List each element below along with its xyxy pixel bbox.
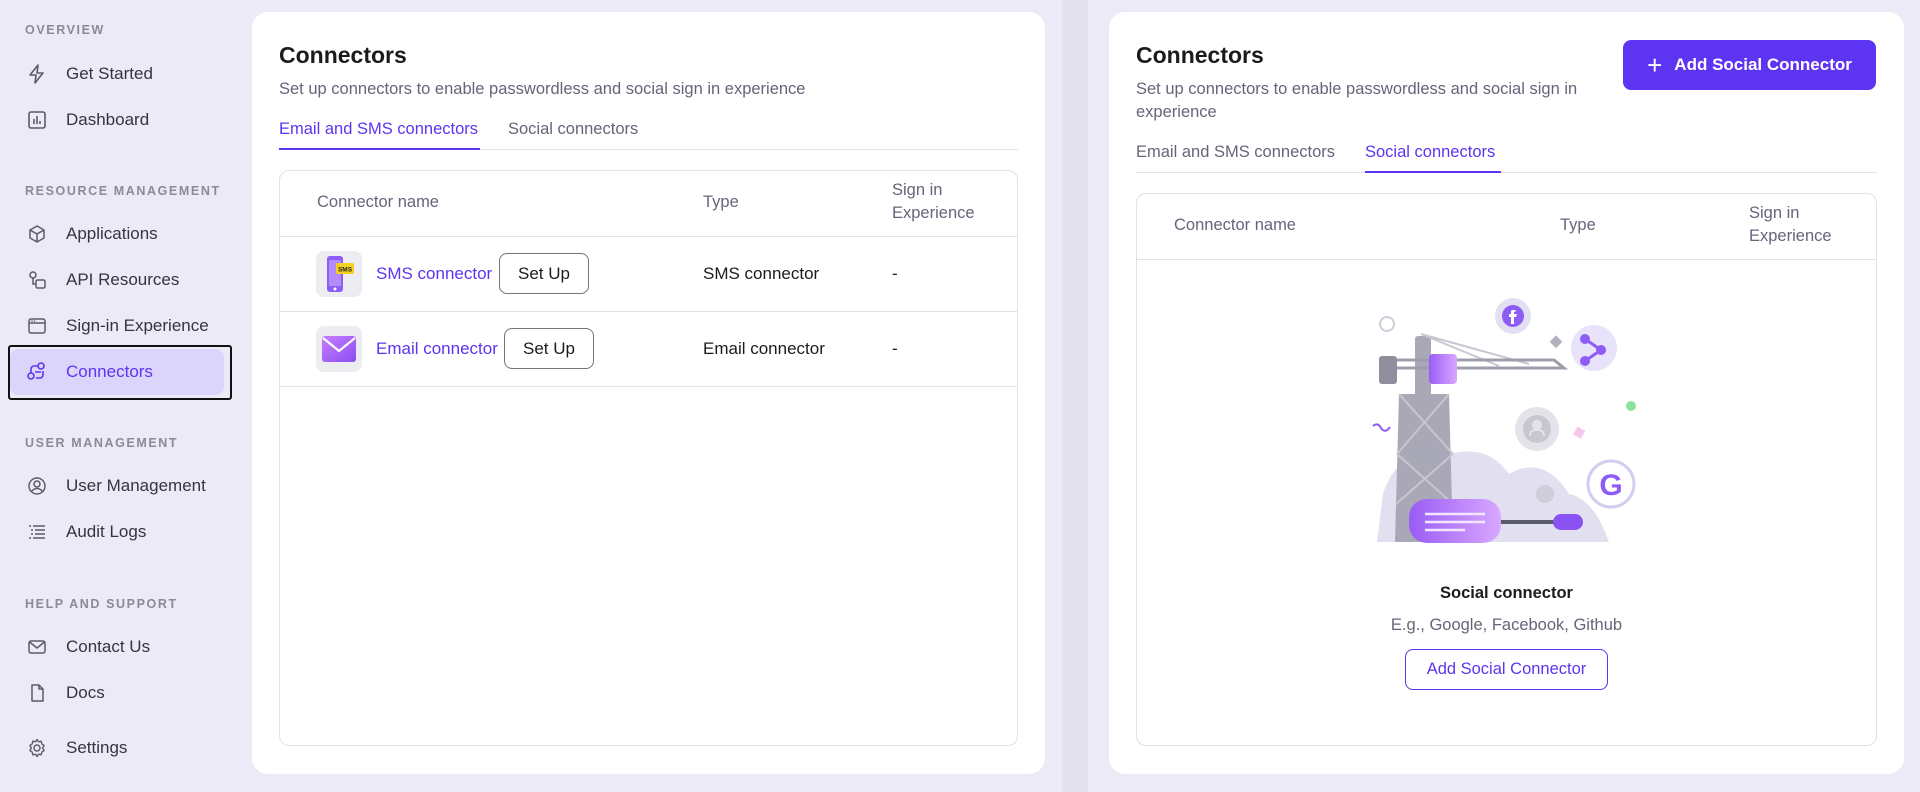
sign-in-experience-value: -: [892, 264, 898, 283]
page-title: Connectors: [279, 42, 407, 68]
setup-button[interactable]: Set Up: [504, 328, 594, 369]
bar-chart-icon: [26, 109, 48, 131]
section-title-resource-management: RESOURCE MANAGEMENT: [25, 184, 221, 198]
sidebar-item-label: Applications: [66, 224, 158, 243]
connector-name-link[interactable]: SMS connector: [376, 264, 492, 284]
bolt-icon: [26, 63, 48, 85]
sidebar-item-settings[interactable]: Settings: [10, 725, 224, 771]
sidebar-item-label: Sign-in Experience: [66, 316, 209, 335]
add-social-connector-label: Add Social Connector: [1674, 55, 1852, 74]
sidebar: OVERVIEW Get Started Dashboard RESOURCE …: [0, 0, 252, 792]
sidebar-item-label: API Resources: [66, 270, 180, 289]
empty-state-subtitle: E.g., Google, Facebook, Github: [1390, 616, 1623, 634]
section-title-help-and-support: HELP AND SUPPORT: [25, 597, 178, 611]
connector-name-link[interactable]: Email connector: [376, 339, 498, 359]
page-subtitle: Set up connectors to enable passwordless…: [279, 80, 806, 98]
tab-social-connectors[interactable]: Social connectors: [508, 120, 638, 150]
column-header-type: Type: [1560, 216, 1596, 234]
sign-in-experience-value: -: [892, 339, 898, 358]
sidebar-item-api-resources[interactable]: API Resources: [10, 257, 224, 303]
sidebar-item-get-started[interactable]: Get Started: [10, 51, 224, 97]
cube-icon: [26, 223, 48, 245]
connectors-table: Connector name Type Sign in Experience G…: [1136, 193, 1877, 746]
sidebar-item-label: Docs: [66, 683, 105, 702]
connectors-table: Connector name Type Sign in Experience S…: [279, 170, 1018, 746]
panel-divider: [1062, 0, 1088, 792]
sidebar-item-label: Dashboard: [66, 110, 150, 129]
sidebar-item-label: Audit Logs: [66, 522, 147, 541]
tab-bar: Email and SMS connectors Social connecto…: [279, 120, 1018, 150]
tab-social-connectors[interactable]: Social connectors: [1365, 143, 1501, 173]
column-header-sign-in-experience: Sign in Experience: [892, 181, 975, 222]
empty-state-title: Social connector: [1440, 584, 1573, 602]
svg-text:SMS: SMS: [338, 267, 353, 274]
email-icon: [316, 326, 362, 372]
sidebar-item-label: Settings: [66, 738, 128, 757]
tab-bar: Email and SMS connectors Social connecto…: [1136, 143, 1877, 173]
user-circle-icon: [26, 475, 48, 497]
document-icon: [26, 682, 48, 704]
tab-email-sms-connectors[interactable]: Email and SMS connectors: [1136, 143, 1335, 173]
sidebar-item-label: Get Started: [66, 64, 153, 83]
divider: [280, 311, 1017, 312]
column-header-connector-name: Connector name: [1174, 216, 1296, 234]
column-header-sign-in-experience: Sign in Experience: [1749, 204, 1832, 245]
section-title-user-management: USER MANAGEMENT: [25, 436, 179, 450]
mail-icon: [26, 636, 48, 658]
sidebar-item-sign-in-experience[interactable]: Sign-in Experience: [10, 303, 224, 349]
sidebar-item-dashboard[interactable]: Dashboard: [10, 97, 224, 143]
connector-type: SMS connector: [703, 264, 820, 283]
add-social-connector-button[interactable]: + Add Social Connector: [1623, 40, 1876, 90]
focus-ring: [8, 345, 232, 400]
sidebar-item-audit-logs[interactable]: Audit Logs: [10, 509, 224, 555]
sidebar-item-docs[interactable]: Docs: [10, 670, 224, 716]
plus-icon: +: [1647, 50, 1663, 80]
list-icon: [26, 521, 48, 543]
sms-icon: SMS: [316, 251, 362, 297]
tab-email-sms-connectors[interactable]: Email and SMS connectors: [279, 120, 480, 150]
add-social-connector-empty-button[interactable]: Add Social Connector: [1405, 649, 1608, 690]
api-icon: [26, 269, 48, 291]
connectors-card-email-sms: Connectors Set up connectors to enable p…: [252, 12, 1045, 774]
connectors-card-social: Connectors Set up connectors to enable p…: [1109, 12, 1904, 774]
page-subtitle: Set up connectors to enable passwordless…: [1136, 80, 1578, 121]
page-title: Connectors: [1136, 42, 1264, 68]
sidebar-item-label: User Management: [66, 476, 206, 495]
sidebar-item-contact-us[interactable]: Contact Us: [10, 624, 224, 670]
setup-button[interactable]: Set Up: [499, 253, 589, 294]
column-header-connector-name: Connector name: [317, 193, 439, 211]
sidebar-item-applications[interactable]: Applications: [10, 211, 224, 257]
section-title-overview: OVERVIEW: [25, 23, 105, 37]
empty-state-illustration: G: [1372, 298, 1636, 543]
divider: [1137, 259, 1876, 260]
sidebar-item-user-management[interactable]: User Management: [10, 463, 224, 509]
sidebar-item-label: Contact Us: [66, 637, 151, 656]
svg-text:G: G: [1599, 469, 1622, 502]
column-header-type: Type: [703, 193, 739, 211]
browser-icon: [26, 315, 48, 337]
connector-type: Email connector: [703, 339, 825, 358]
divider: [280, 386, 1017, 387]
divider: [280, 236, 1017, 237]
gear-icon: [26, 737, 48, 759]
